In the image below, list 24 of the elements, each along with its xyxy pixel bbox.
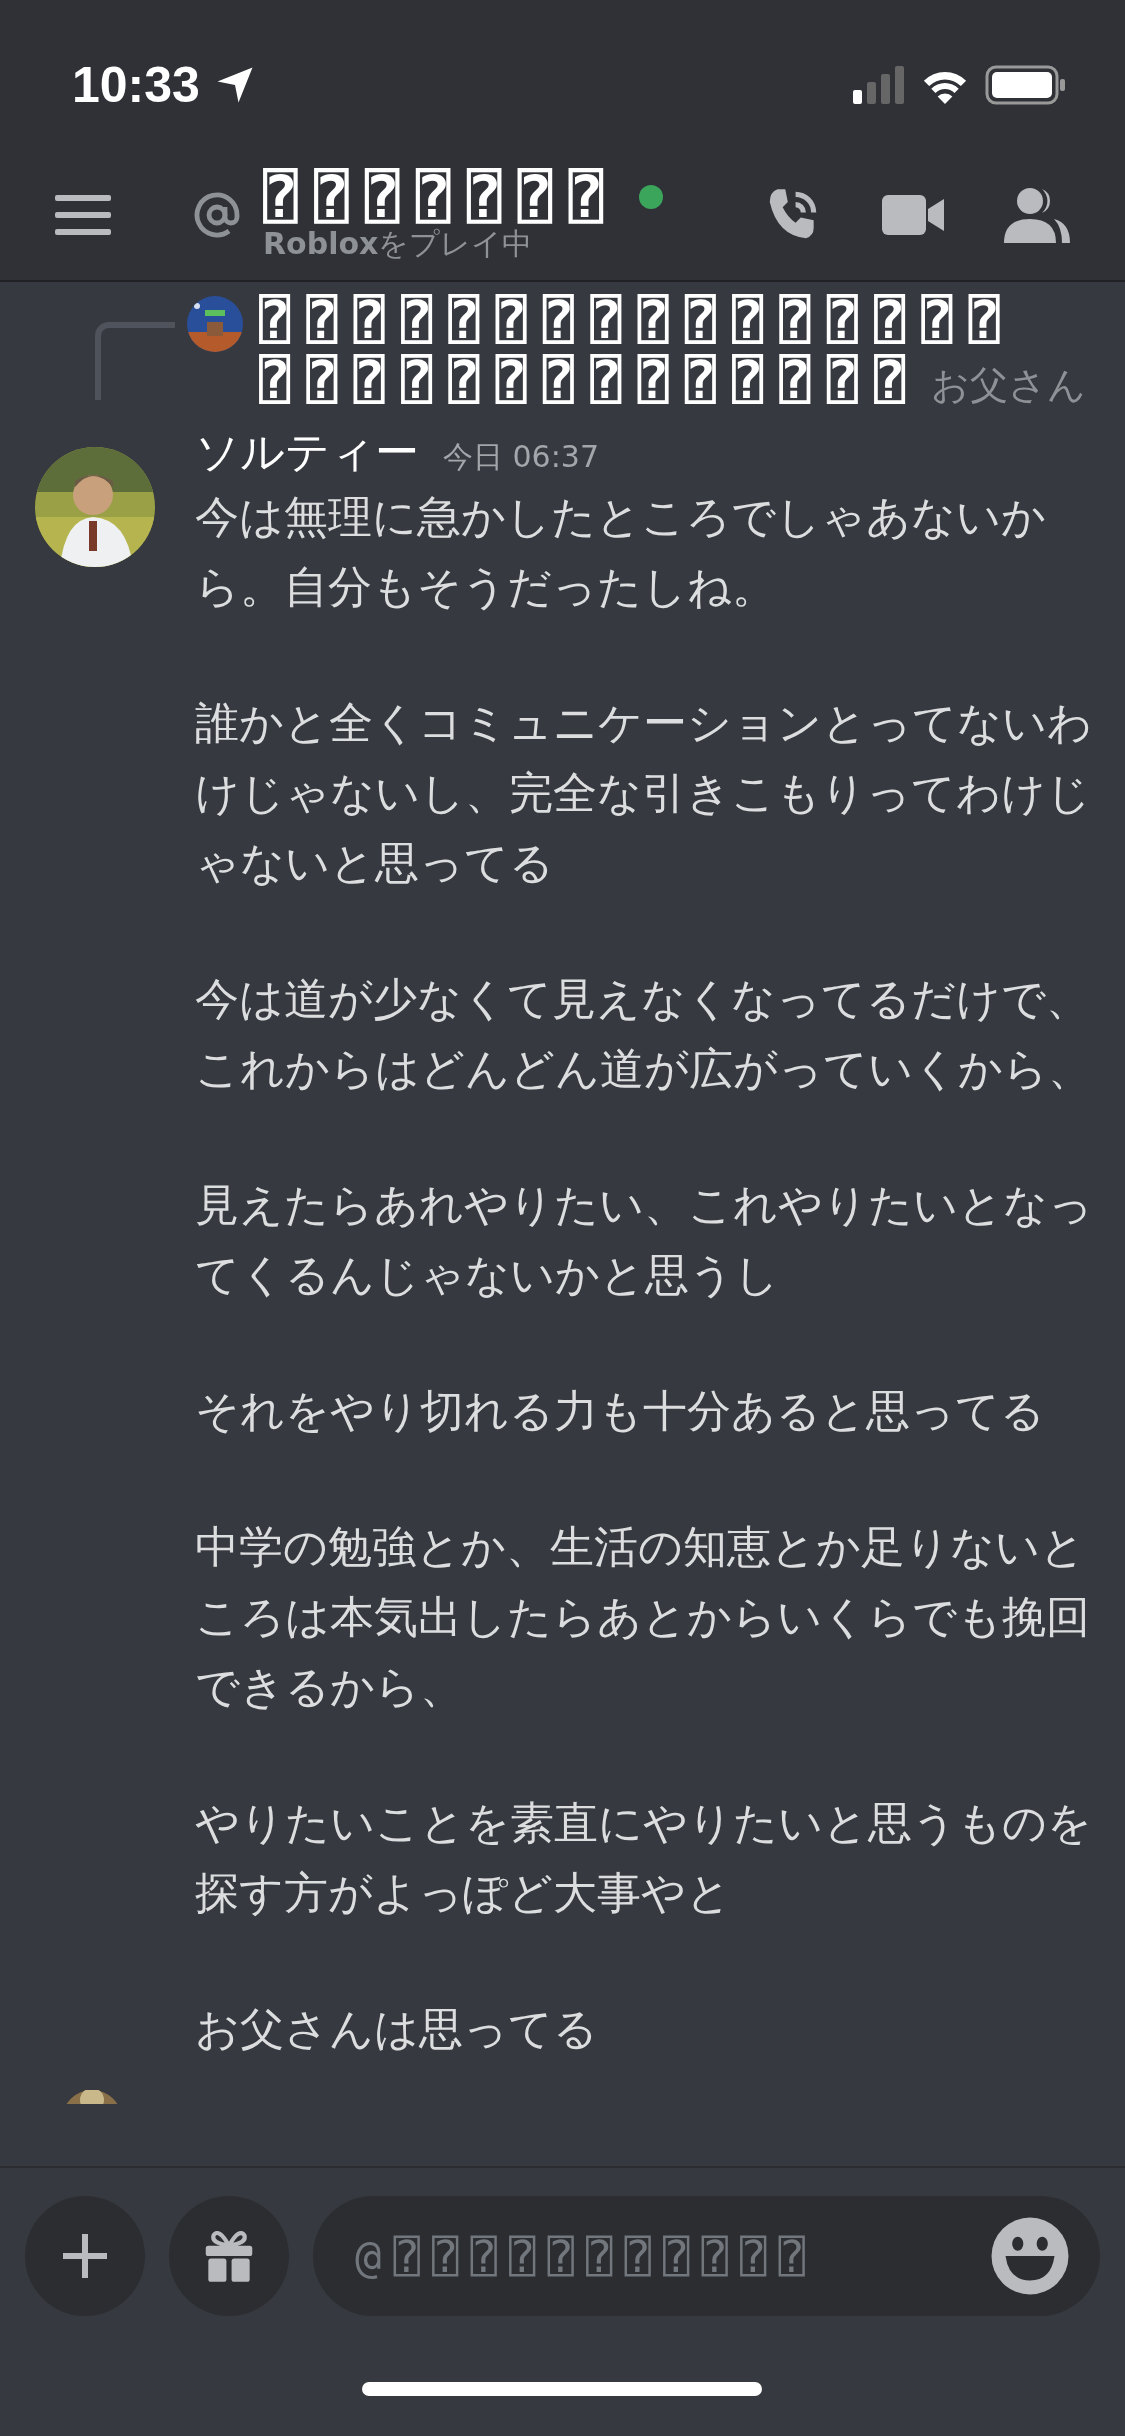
message-author: ソルティー [195, 426, 419, 477]
members-icon[interactable] [1004, 187, 1070, 243]
status-time: 10:33 [72, 56, 200, 114]
menu-icon[interactable] [55, 195, 111, 235]
reply-preview-text: ⍰⍰⍰⍰⍰⍰⍰⍰⍰⍰⍰⍰⍰⍰⍰⍰ [259, 290, 1016, 350]
message-input[interactable]: @⍰⍰⍰⍰⍰⍰⍰⍰⍰⍰⍰ [353, 2229, 988, 2283]
activity-status: Robloxをプレイ中 [263, 226, 534, 262]
channel-title: ⍰⍰⍰⍰⍰⍰⍰ [263, 168, 620, 226]
message-text: 今は道が少なくて見えなくなってるだけで、これからはどんどん道が広がっていくから、 [195, 972, 1093, 1096]
battery-icon [985, 65, 1067, 105]
signal-icon [853, 66, 905, 104]
message-timestamp: 今日 06:37 [443, 439, 599, 474]
message-text: やりたいことを素直にやりたいと思うものを探す方がよっぽど大事やと [195, 1796, 1093, 1920]
message-text: 今は無理に急かしたところでしゃあないから。自分もそうだったしね。 [195, 490, 1047, 614]
plus-icon [63, 2234, 107, 2278]
reply-author: お父さん [931, 362, 1087, 409]
message-text: 見えたらあれやりたい、これやりたいとなってくるんじゃないかと思うし [195, 1178, 1094, 1302]
message-bar[interactable]: @⍰⍰⍰⍰⍰⍰⍰⍰⍰⍰⍰ [313, 2196, 1100, 2316]
message-text: 誰かと全くコミュニケーションとってないわけじゃないし、完全な引きこもりってわけじゃないと思ってる [195, 696, 1093, 890]
at-sign-icon [193, 191, 241, 239]
message-text: それをやり切れる力も十分あると思ってる [195, 1384, 1046, 1438]
message-text: お父さんは思ってる [195, 2002, 599, 2056]
reply-preview-text: ⍰⍰⍰⍰⍰⍰⍰⍰⍰⍰⍰⍰⍰⍰ [259, 350, 922, 410]
message-text: 中学の勉強とか、生活の知恵とか足りないところは本気出したらあとからいくらでも挽回できるから、 [195, 1520, 1091, 1714]
